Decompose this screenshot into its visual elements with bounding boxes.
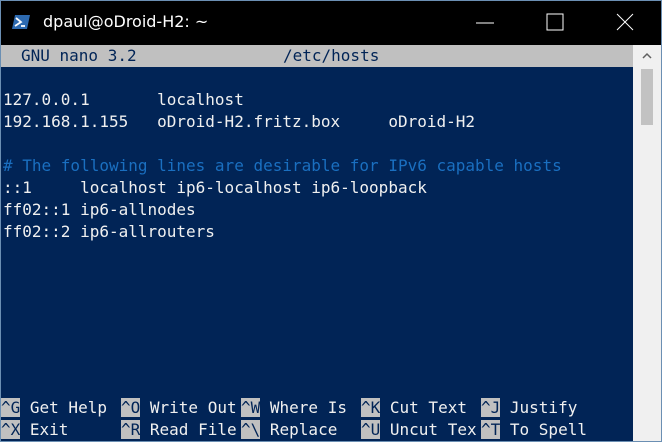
close-button[interactable] <box>603 1 649 45</box>
text-line: 192.168.1.155 oDroid-H2.fritz.box oDroid… <box>3 112 476 131</box>
shortcut-item[interactable]: ^G Get Help <box>1 397 117 419</box>
title-bar[interactable]: dpaul@oDroid-H2: ~ <box>1 1 661 45</box>
shortcut-key: ^O <box>121 398 141 417</box>
text-line: ff02::2 ip6-allrouters <box>3 222 215 241</box>
shortcut-label: Write Out <box>140 398 237 417</box>
shortcut-key: ^T <box>481 420 501 439</box>
shortcut-key: ^K <box>361 398 381 417</box>
maximize-button[interactable] <box>533 1 579 45</box>
shortcut-key: ^J <box>481 398 501 417</box>
terminal-content[interactable]: GNU nano 3.2 /etc/hosts 127.0.0.1 localh… <box>1 45 633 441</box>
shortcut-item[interactable]: ^X Exit <box>1 419 117 441</box>
shortcut-label: Uncut Tex <box>380 420 477 439</box>
shortcut-key: ^W <box>241 398 261 417</box>
shortcut-item[interactable]: ^W Where Is <box>241 397 357 419</box>
scroll-up-button[interactable] <box>633 45 661 67</box>
shortcut-item[interactable]: ^O Write Out <box>121 397 237 419</box>
shortcut-label: Where Is <box>260 398 357 417</box>
text-line: 127.0.0.1 localhost <box>3 90 244 109</box>
shortcut-label: Replace <box>260 420 357 439</box>
maximize-icon <box>546 13 564 31</box>
shortcut-key: ^G <box>1 398 21 417</box>
shortcut-item[interactable]: ^K Cut Text <box>361 397 477 419</box>
text-line: ff02::1 ip6-allnodes <box>3 200 196 219</box>
shortcut-key: ^R <box>121 420 141 439</box>
minimize-icon <box>476 22 494 24</box>
minimize-button[interactable] <box>463 1 509 45</box>
terminal-window: dpaul@oDroid-H2: ~ GNU nano 3.2 /etc/hos… <box>0 0 662 442</box>
shortcut-label: Exit <box>20 420 117 439</box>
shortcut-label: Get Help <box>20 398 117 417</box>
shortcut-label: Cut Text <box>380 398 477 417</box>
close-icon <box>616 13 634 31</box>
shortcut-key: ^X <box>1 420 21 439</box>
shortcut-item[interactable]: ^J Justify <box>481 397 577 419</box>
text-line: ::1 localhost ip6-localhost ip6-loopback <box>3 178 427 197</box>
shortcut-key: ^U <box>361 420 381 439</box>
shortcut-item[interactable]: ^T To Spell <box>481 419 587 441</box>
comment-line: # The following lines are desirable for … <box>3 156 562 175</box>
nano-version: GNU nano 3.2 <box>21 46 137 65</box>
vertical-scrollbar[interactable] <box>633 45 661 441</box>
powershell-icon[interactable] <box>12 13 30 31</box>
shortcut-key: ^\ <box>241 420 261 439</box>
shortcut-label: Read File <box>140 420 237 439</box>
window-title: dpaul@oDroid-H2: ~ <box>43 12 209 31</box>
shortcut-item[interactable]: ^U Uncut Tex <box>361 419 477 441</box>
shortcut-item[interactable]: ^R Read File <box>121 419 237 441</box>
shortcut-item[interactable]: ^\ Replace <box>241 419 357 441</box>
nano-title-bar: GNU nano 3.2 /etc/hosts <box>1 45 633 67</box>
chevron-up-icon <box>642 52 652 59</box>
nano-filename: /etc/hosts <box>283 46 380 65</box>
scroll-thumb[interactable] <box>641 69 653 125</box>
shortcut-label: Justify <box>500 398 578 417</box>
shortcut-label: To Spell <box>500 420 587 439</box>
